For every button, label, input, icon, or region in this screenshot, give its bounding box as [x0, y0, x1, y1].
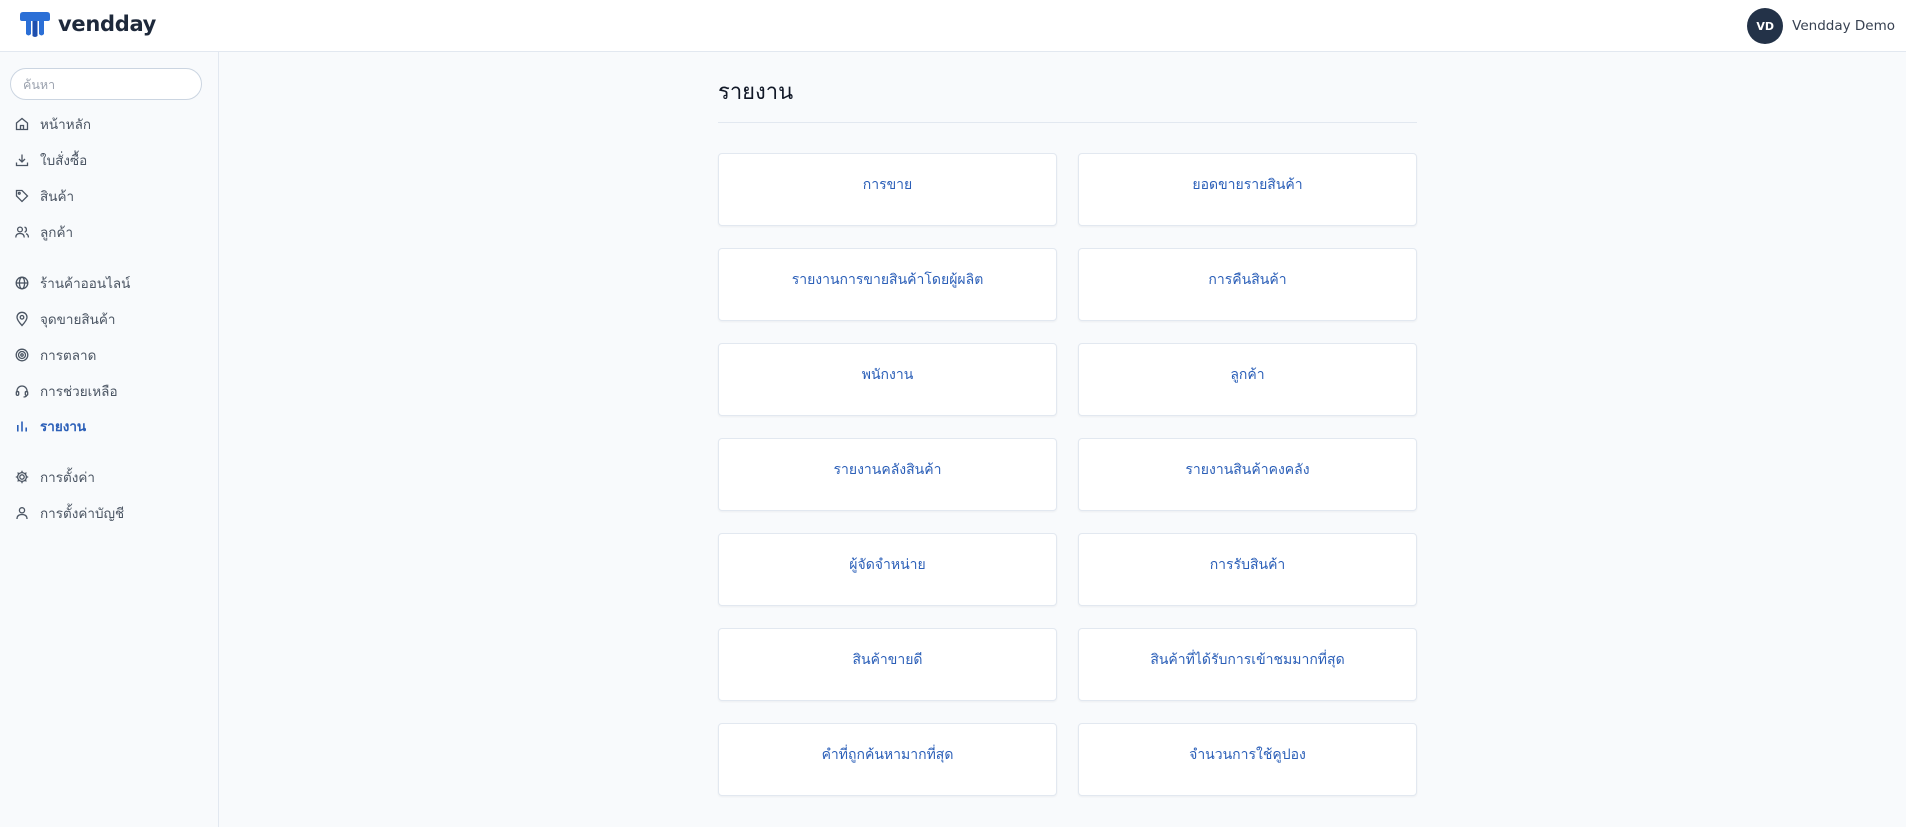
page-title: รายงาน [718, 80, 794, 105]
download-icon [15, 154, 29, 167]
sidebar-item-label: การตลาด [40, 348, 97, 364]
search-input[interactable] [10, 68, 202, 100]
sidebar-item-label: จุดขายสินค้า [40, 312, 116, 328]
report-card-top-searches[interactable]: คำที่ถูกค้นหามากที่สุด [718, 723, 1057, 796]
users-icon [15, 226, 30, 238]
report-card-most-viewed[interactable]: สินค้าที่ได้รับการเข้าชมมากที่สุด [1078, 628, 1417, 701]
sidebar-item-marketing[interactable]: การตลาด [14, 342, 96, 368]
sidebar-item-label: หน้าหลัก [40, 117, 92, 133]
sidebar-item-products[interactable]: สินค้า [14, 183, 74, 209]
gear-icon [15, 470, 29, 484]
sidebar-item-label: การช่วยเหลือ [40, 384, 118, 400]
sidebar-item-reports[interactable]: รายงาน [14, 413, 86, 439]
sidebar-item-label: ลูกค้า [40, 225, 74, 241]
home-icon [15, 117, 29, 131]
report-card-sales[interactable]: การขาย [718, 153, 1057, 226]
report-card-suppliers[interactable]: ผู้จัดจำหน่าย [718, 533, 1057, 606]
tag-icon [15, 189, 29, 203]
headset-icon [15, 385, 29, 398]
report-card-customers[interactable]: ลูกค้า [1078, 343, 1417, 416]
sidebar-item-label: ใบสั่งซื้อ [40, 153, 88, 169]
report-card-sales-by-manufacturer[interactable]: รายงานการขายสินค้าโดยผู้ผลิต [718, 248, 1057, 321]
sidebar-item-account-settings[interactable]: การตั้งค่าบัญชี [14, 500, 124, 526]
sidebar-item-label: การตั้งค่าบัญชี [40, 506, 125, 522]
report-card-best-sellers[interactable]: สินค้าขายดี [718, 628, 1057, 701]
report-card-sales-by-product[interactable]: ยอดขายรายสินค้า [1078, 153, 1417, 226]
globe-icon [15, 276, 29, 290]
brand-name: vendday [58, 12, 157, 36]
sidebar: หน้าหลัก ใบสั่งซื้อ สินค้า ลูกค้า ร้านค้… [0, 52, 219, 827]
sidebar-item-label: ร้านค้าออนไลน์ [40, 276, 131, 292]
sidebar-item-home[interactable]: หน้าหลัก [14, 111, 91, 137]
report-card-coupon-usage[interactable]: จำนวนการใช้คูปอง [1078, 723, 1417, 796]
bar-chart-icon [17, 421, 27, 432]
user-icon [16, 507, 28, 520]
avatar[interactable]: VD [1747, 8, 1784, 44]
divider [718, 122, 1417, 123]
sidebar-item-customers[interactable]: ลูกค้า [14, 219, 73, 245]
sidebar-item-online-store[interactable]: ร้านค้าออนไลน์ [14, 270, 130, 296]
target-icon [15, 348, 29, 362]
sidebar-item-label: สินค้า [40, 189, 75, 205]
report-card-staff[interactable]: พนักงาน [718, 343, 1057, 416]
sidebar-item-label: การตั้งค่า [40, 470, 95, 486]
sidebar-item-label: รายงาน [40, 419, 87, 435]
map-pin-icon [16, 311, 28, 327]
top-bar: vendday VD Vendday Demo [0, 0, 1906, 52]
sidebar-item-pos[interactable]: จุดขายสินค้า [14, 306, 115, 332]
sidebar-item-support[interactable]: การช่วยเหลือ [14, 378, 118, 404]
sidebar-item-orders[interactable]: ใบสั่งซื้อ [14, 147, 87, 173]
brand-logo[interactable]: vendday [18, 10, 156, 38]
vendday-logo-icon [20, 12, 50, 37]
report-card-warehouse[interactable]: รายงานคลังสินค้า [718, 438, 1057, 511]
sidebar-item-settings[interactable]: การตั้งค่า [14, 464, 95, 490]
user-menu[interactable]: VD Vendday Demo [1747, 8, 1895, 44]
report-card-inventory[interactable]: รายงานสินค้าคงคลัง [1078, 438, 1417, 511]
report-card-goods-received[interactable]: การรับสินค้า [1078, 533, 1417, 606]
user-name[interactable]: Vendday Demo [1792, 18, 1895, 34]
report-card-returns[interactable]: การคืนสินค้า [1078, 248, 1417, 321]
